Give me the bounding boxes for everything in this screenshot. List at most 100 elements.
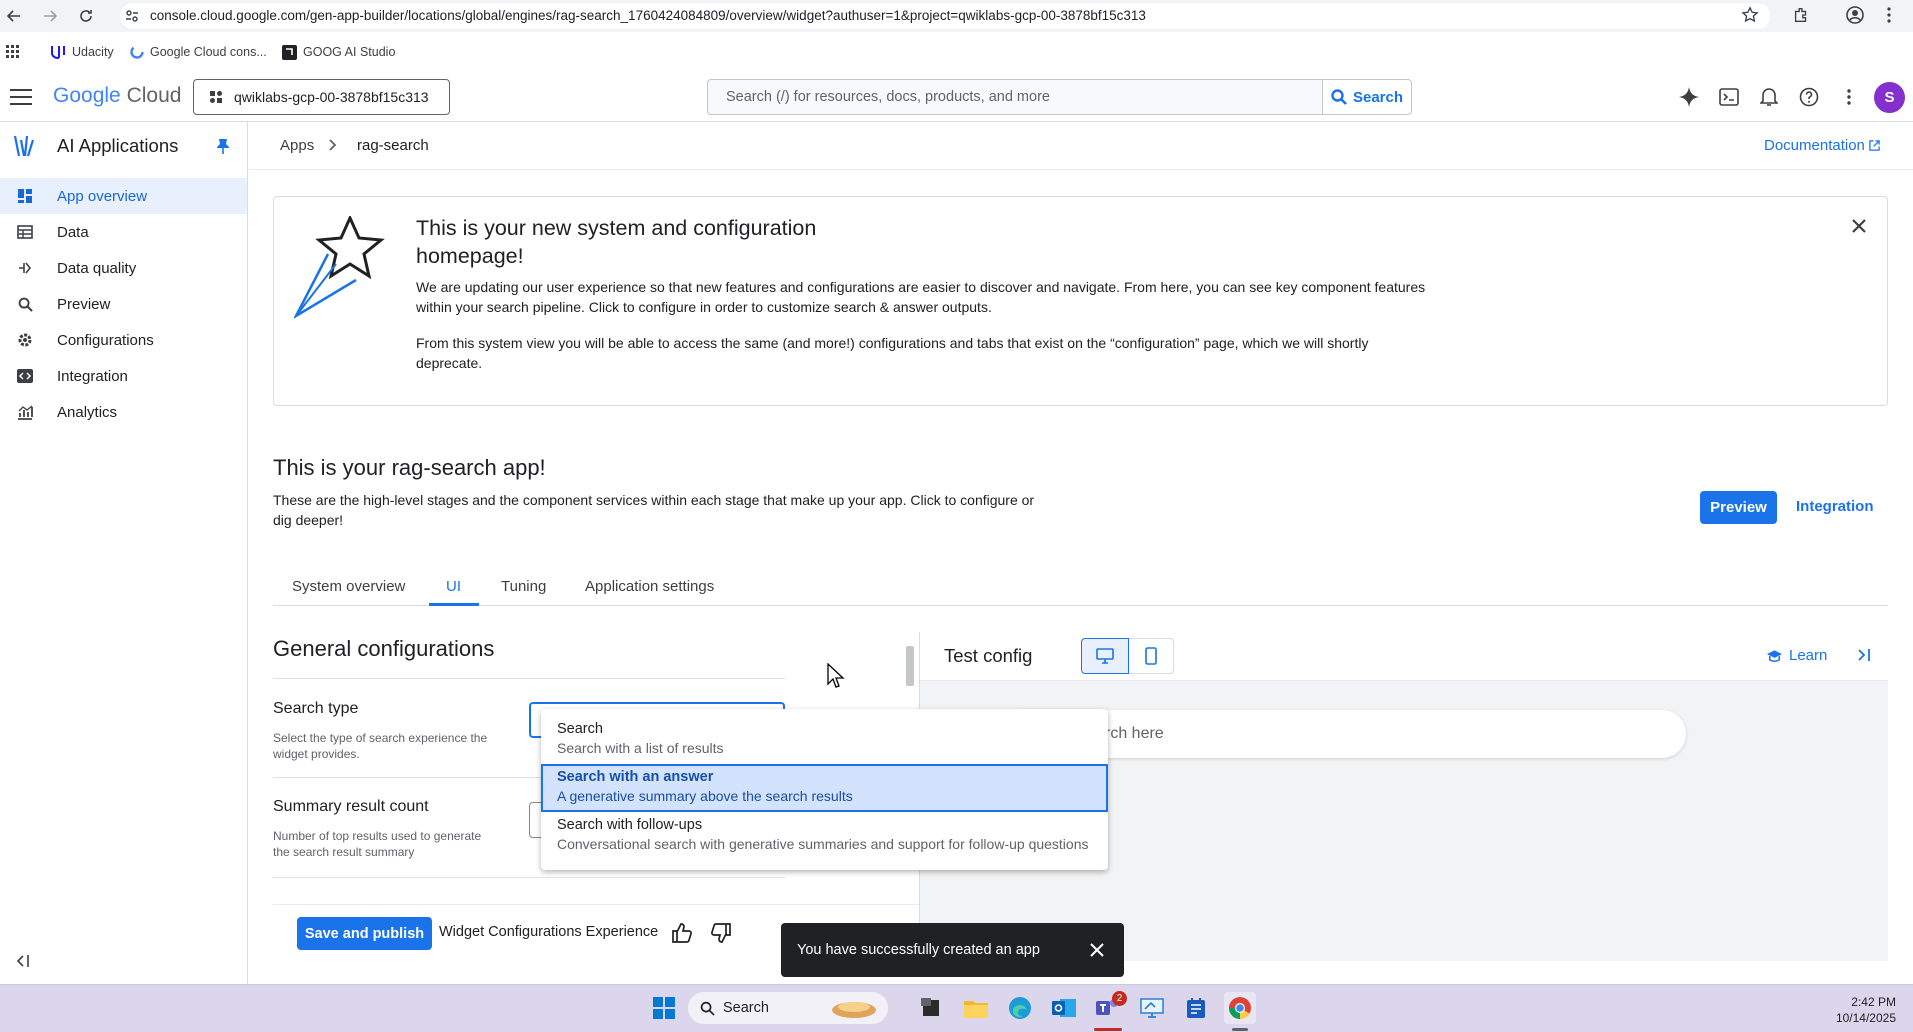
tab-application-settings[interactable]: Application settings bbox=[585, 578, 714, 595]
logo-google-text: Google bbox=[53, 84, 121, 107]
summary-result-count-label: Summary result count bbox=[273, 798, 429, 815]
taskbar-app-file-explorer-icon[interactable] bbox=[960, 992, 992, 1024]
sidebar-item-data[interactable]: Data bbox=[0, 214, 247, 250]
site-info-icon[interactable] bbox=[124, 8, 140, 24]
google-cloud-logo[interactable]: Google Cloud bbox=[53, 84, 181, 108]
sidebar-item-integration[interactable]: Integration bbox=[0, 358, 247, 394]
cloud-shell-icon[interactable] bbox=[1716, 84, 1742, 110]
page-description-line: These are the high-level stages and the … bbox=[273, 492, 1035, 508]
banner-title: This is your new system and configuratio… bbox=[416, 214, 816, 270]
bookmark-google-cloud[interactable]: Google Cloud cons... bbox=[130, 42, 267, 62]
ai-applications-logo-icon bbox=[13, 134, 35, 158]
banner-text-line: deprecate. bbox=[416, 355, 483, 371]
gemini-sparkle-icon[interactable] bbox=[1676, 84, 1702, 110]
table-icon bbox=[13, 225, 37, 239]
search-type-help: Select the type of search experience the… bbox=[273, 730, 487, 762]
console-search-input[interactable]: Search (/) for resources, docs, products… bbox=[707, 79, 1323, 115]
mobile-view-toggle[interactable] bbox=[1129, 638, 1174, 674]
chrome-menu-icon[interactable] bbox=[1886, 6, 1892, 24]
chrome-active-indicator bbox=[1232, 1028, 1248, 1031]
bookmark-star-icon[interactable] bbox=[1741, 6, 1759, 24]
integration-button[interactable]: Integration bbox=[1796, 498, 1874, 515]
divider bbox=[273, 678, 785, 679]
star-illustration-icon bbox=[294, 216, 390, 320]
profile-icon[interactable] bbox=[1845, 5, 1865, 25]
notifications-bell-icon[interactable] bbox=[1756, 84, 1782, 110]
pin-icon[interactable] bbox=[216, 138, 230, 154]
sidebar-item-label: Data quality bbox=[57, 259, 137, 277]
collapse-sidebar-icon[interactable] bbox=[16, 954, 30, 968]
sidebar-item-app-overview[interactable]: App overview bbox=[0, 178, 247, 214]
mouse-cursor-icon bbox=[827, 663, 845, 689]
help-text-line: widget provides. bbox=[273, 747, 360, 761]
more-options-icon[interactable] bbox=[1836, 84, 1862, 110]
save-and-publish-button[interactable]: Save and publish bbox=[297, 917, 432, 950]
analytics-icon bbox=[13, 404, 37, 420]
reload-button[interactable] bbox=[74, 4, 98, 28]
close-banner-icon[interactable] bbox=[1851, 218, 1867, 234]
project-picker[interactable]: qwiklabs-gcp-00-3878bf15c313 bbox=[193, 79, 450, 115]
extensions-icon[interactable] bbox=[1792, 6, 1810, 24]
url-text[interactable]: console.cloud.google.com/gen-app-builder… bbox=[150, 8, 1146, 23]
help-icon[interactable] bbox=[1796, 84, 1822, 110]
sidebar-item-configurations[interactable]: Configurations bbox=[0, 322, 247, 358]
back-button[interactable] bbox=[2, 4, 26, 28]
tab-system-overview[interactable]: System overview bbox=[292, 578, 405, 595]
search-highlight-icon bbox=[832, 1002, 876, 1018]
bookmark-udacity[interactable]: Udacity bbox=[50, 42, 114, 62]
breadcrumb-current: rag-search bbox=[357, 137, 429, 154]
help-text-line: Number of top results used to generate bbox=[273, 829, 482, 843]
option-subtitle: Search with a list of results bbox=[557, 740, 724, 756]
feedback-label: Widget Configurations Experience bbox=[439, 924, 659, 940]
back-arrow-icon bbox=[6, 10, 20, 22]
dashboard-icon bbox=[13, 188, 37, 204]
windows-start-icon[interactable] bbox=[648, 992, 680, 1024]
taskbar-search[interactable]: Search bbox=[688, 992, 888, 1024]
udacity-icon bbox=[51, 46, 65, 59]
sidebar-item-analytics[interactable]: Analytics bbox=[0, 394, 247, 430]
sidebar-item-data-quality[interactable]: Data quality bbox=[0, 250, 247, 286]
tab-ui[interactable]: UI bbox=[446, 578, 461, 595]
dropdown-option-search-with-follow-ups[interactable]: Search with follow-ups Conversational se… bbox=[541, 812, 1108, 860]
thumbs-down-icon[interactable] bbox=[710, 922, 732, 944]
summary-result-count-help: Number of top results used to generate t… bbox=[273, 828, 481, 860]
taskbar-app-chrome-icon[interactable] bbox=[1224, 992, 1256, 1024]
snackbar-close-icon[interactable] bbox=[1090, 943, 1104, 957]
bookmark-label: Google Cloud cons... bbox=[150, 45, 267, 59]
taskbar-app-edge-icon[interactable] bbox=[1004, 992, 1036, 1024]
documentation-label: Documentation bbox=[1764, 137, 1865, 154]
external-link-icon bbox=[1869, 140, 1880, 151]
learn-link[interactable]: Learn bbox=[1766, 647, 1827, 664]
console-search-button[interactable]: Search bbox=[1322, 79, 1412, 115]
collapse-panel-icon[interactable] bbox=[1856, 648, 1872, 662]
banner-text-line: From this system view you will be able t… bbox=[416, 335, 1369, 351]
search-icon bbox=[13, 297, 37, 312]
tab-tuning[interactable]: Tuning bbox=[501, 578, 546, 595]
preview-button[interactable]: Preview bbox=[1700, 491, 1777, 524]
taskbar-app-planner-icon[interactable] bbox=[1180, 992, 1212, 1024]
taskbar-app-terminal-icon[interactable] bbox=[915, 992, 947, 1024]
hamburger-menu-icon[interactable] bbox=[10, 89, 32, 105]
sidebar-item-preview[interactable]: Preview bbox=[0, 286, 247, 322]
search-icon bbox=[700, 1001, 715, 1016]
documentation-link[interactable]: Documentation bbox=[1764, 137, 1880, 154]
forward-button[interactable] bbox=[38, 4, 62, 28]
breadcrumb bbox=[249, 122, 1913, 170]
breadcrumb-apps-link[interactable]: Apps bbox=[280, 137, 314, 154]
bookmark-goog-ai-studio[interactable]: GOOG AI Studio bbox=[282, 42, 395, 62]
dropdown-option-search-with-answer[interactable]: Search with an answer A generative summa… bbox=[541, 764, 1108, 812]
scrollbar-thumb[interactable] bbox=[906, 646, 914, 686]
taskbar-clock[interactable]: 2:42 PM 10/14/2025 bbox=[1812, 994, 1896, 1026]
taskbar-app-outlook-icon[interactable] bbox=[1048, 992, 1080, 1024]
divider bbox=[273, 877, 785, 878]
dropdown-option-search[interactable]: Search Search with a list of results bbox=[541, 716, 1108, 764]
apps-grid-icon[interactable] bbox=[6, 45, 20, 59]
tab-divider bbox=[273, 605, 1888, 606]
desktop-view-toggle[interactable] bbox=[1081, 638, 1129, 674]
taskbar-app-remote-desktop-icon[interactable] bbox=[1136, 992, 1168, 1024]
sidebar-item-label: Analytics bbox=[57, 403, 118, 421]
avatar[interactable]: S bbox=[1874, 82, 1905, 113]
forward-arrow-icon bbox=[44, 10, 58, 22]
thumbs-up-icon[interactable] bbox=[671, 922, 693, 944]
option-subtitle: Conversational search with generative su… bbox=[557, 836, 1089, 852]
